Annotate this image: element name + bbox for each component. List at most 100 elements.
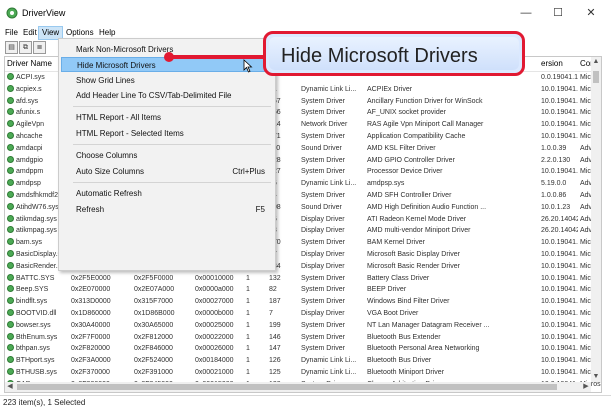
callout-text: Hide Microsoft Drivers bbox=[281, 45, 478, 67]
table-cell: 0x1D86B000 bbox=[134, 310, 175, 317]
table-cell: AMD multi-vendor Miniport Driver bbox=[367, 227, 471, 235]
copy-icon[interactable]: ⧉ bbox=[19, 41, 32, 54]
scroll-down-icon[interactable]: ▼ bbox=[591, 372, 601, 382]
vertical-scroll-thumb[interactable] bbox=[593, 71, 599, 83]
table-row[interactable]: BTHUSB.sys 0x2F370000 0x2F391000 0x00021000… bbox=[5, 367, 601, 379]
close-button[interactable]: ✕ bbox=[577, 4, 605, 22]
table-cell: System Driver bbox=[301, 168, 345, 176]
table-cell: NT Lan Manager Datagram Receiver ... bbox=[367, 321, 490, 329]
table-cell: System Driver bbox=[301, 333, 345, 341]
menu-edit[interactable]: Edit bbox=[20, 27, 40, 39]
table-cell: 187 bbox=[269, 298, 281, 306]
table-cell: Battery Class Driver bbox=[367, 274, 430, 282]
properties-icon[interactable]: ≣ bbox=[33, 41, 46, 54]
table-cell: amdpsp.sys bbox=[367, 180, 405, 188]
scroll-right-icon[interactable]: ▶ bbox=[581, 382, 591, 392]
table-row[interactable]: Beep.SYS 0x2E070000 0x2E07A000 0x0000a000 1 8… bbox=[5, 284, 601, 296]
table-cell: 0x2F7F0000 bbox=[71, 333, 111, 341]
table-cell: 0x2F370000 bbox=[71, 369, 110, 376]
table-cell: 0.0.19041.1741 bbox=[541, 74, 578, 81]
driver-icon bbox=[7, 143, 14, 151]
table-cell: 199 bbox=[269, 321, 281, 329]
driver-name-cell: bthpan.sys bbox=[5, 343, 69, 355]
table-row[interactable]: BATTC.SYS 0x2F5E0000 0x2F5F0000 0x00010000 1… bbox=[5, 273, 601, 285]
table-cell: Display Driver bbox=[301, 227, 345, 235]
driver-icon bbox=[7, 73, 14, 80]
menu-file[interactable]: File bbox=[2, 27, 21, 39]
horizontal-scroll-thumb[interactable] bbox=[17, 384, 557, 390]
menu-item-html-report-all[interactable]: HTML Report - All Items bbox=[61, 110, 273, 125]
table-cell: 0x2F820000 bbox=[71, 345, 110, 353]
table-cell: System Driver bbox=[301, 321, 345, 329]
table-cell: 7 bbox=[269, 310, 273, 317]
table-cell: Windows Bind Filter Driver bbox=[367, 298, 450, 306]
table-cell: 0x00021000 bbox=[195, 369, 234, 376]
table-cell: 0x0000a000 bbox=[195, 286, 234, 294]
horizontal-scrollbar[interactable]: ◀ ▶ bbox=[5, 382, 591, 392]
table-row[interactable]: bthpan.sys 0x2F820000 0x2F846000 0x00026000… bbox=[5, 343, 601, 355]
table-cell: 1 bbox=[246, 333, 250, 341]
menu-separator bbox=[73, 106, 271, 107]
menu-item-auto-size-columns[interactable]: Auto Size Columns Ctrl+Plus bbox=[61, 164, 273, 179]
menu-item-automatic-refresh[interactable]: Automatic Refresh bbox=[61, 186, 273, 201]
table-cell: 10.0.19041.1602 bbox=[541, 357, 578, 365]
driver-icon bbox=[7, 285, 14, 293]
table-row[interactable]: BTHport.sys 0x2F3A0000 0x2F524000 0x0018400… bbox=[5, 355, 601, 367]
vertical-scrollbar[interactable]: ▲ ▼ bbox=[591, 57, 601, 382]
table-cell: 0x315F7000 bbox=[134, 298, 173, 306]
table-cell: 1 bbox=[246, 345, 250, 353]
table-cell: 5.19.0.0 bbox=[541, 180, 567, 188]
driver-icon bbox=[7, 120, 14, 128]
table-cell: Dynamic Link Li... bbox=[301, 85, 357, 93]
callout-pointer-dot bbox=[164, 52, 174, 62]
driver-icon bbox=[7, 132, 14, 139]
menu-item-refresh[interactable]: Refresh F5 bbox=[61, 202, 273, 217]
table-cell: RAS Agile Vpn Miniport Call Manager bbox=[367, 121, 484, 129]
table-cell: BAM Kernel Driver bbox=[367, 239, 425, 247]
table-row[interactable]: bindflt.sys 0x313D0000 0x315F7000 0x0002700… bbox=[5, 296, 601, 308]
mouse-cursor-icon bbox=[243, 59, 253, 73]
table-cell: ACPIEx Driver bbox=[367, 85, 413, 93]
menu-item-choose-columns[interactable]: Choose Columns bbox=[61, 148, 273, 163]
table-cell: 10.0.19041.1 bbox=[541, 239, 578, 247]
minimize-button[interactable]: — bbox=[512, 4, 540, 22]
table-cell: 0x2F812000 bbox=[134, 333, 173, 341]
table-cell: 10.0.19041.1602 bbox=[541, 369, 578, 376]
maximize-button[interactable]: ☐ bbox=[544, 4, 572, 22]
scroll-up-icon[interactable]: ▲ bbox=[591, 57, 601, 67]
driver-name-cell: Beep.SYS bbox=[5, 284, 69, 296]
driver-name-cell: BTHport.sys bbox=[5, 355, 69, 367]
driver-icon bbox=[7, 155, 14, 163]
menu-item-html-report-selected[interactable]: HTML Report - Selected Items bbox=[61, 126, 273, 141]
table-cell: Microsoft Basic Display Driver bbox=[367, 251, 460, 258]
table-cell: 10.0.19041.868 bbox=[541, 251, 578, 258]
table-row[interactable]: BOOTVID.dll 0x1D860000 0x1D86B000 0x0000b00… bbox=[5, 308, 601, 320]
table-cell: 1 bbox=[246, 286, 250, 294]
table-cell: 0x0000b000 bbox=[195, 310, 234, 317]
table-row[interactable]: bowser.sys 0x30A40000 0x30A65000 0x00025000… bbox=[5, 320, 601, 332]
table-cell: 0x2F5E0000 bbox=[71, 274, 111, 282]
driver-name-cell: BOOTVID.dll bbox=[5, 308, 69, 320]
driver-icon bbox=[7, 238, 14, 246]
table-cell: 10.0.19041.1 bbox=[541, 345, 578, 353]
driver-name-cell: BATTC.SYS bbox=[5, 273, 69, 285]
table-cell: 0x2F3A0000 bbox=[71, 357, 111, 365]
table-row[interactable]: BthEnum.sys 0x2F7F0000 0x2F812000 0x0002200… bbox=[5, 332, 601, 344]
table-cell: 10.0.19041.1 bbox=[541, 85, 578, 93]
table-cell: Bluetooth Miniport Driver bbox=[367, 369, 445, 376]
menu-item-add-header-line[interactable]: Add Header Line To CSV/Tab-Delimited Fil… bbox=[61, 88, 273, 103]
table-cell: 10.0.19041.1586 bbox=[541, 321, 578, 329]
table-cell: System Driver bbox=[301, 109, 345, 117]
save-icon[interactable]: ▤ bbox=[5, 41, 18, 54]
menu-separator bbox=[73, 144, 271, 145]
table-cell: 10.0.19041.1 bbox=[541, 310, 578, 317]
table-cell: Sound Driver bbox=[301, 203, 342, 211]
menu-item-show-grid-lines[interactable]: Show Grid Lines bbox=[61, 73, 273, 88]
table-cell: 10.0.19041.928 bbox=[541, 133, 578, 140]
scroll-left-icon[interactable]: ◀ bbox=[5, 382, 15, 392]
table-cell: 10.0.1.23 bbox=[541, 203, 571, 211]
table-cell: 10.0.19041.1620 bbox=[541, 168, 578, 176]
driver-name-cell: bowser.sys bbox=[5, 320, 69, 332]
table-cell: Display Driver bbox=[301, 310, 345, 317]
table-cell: Dynamic Link Li... bbox=[301, 180, 357, 188]
